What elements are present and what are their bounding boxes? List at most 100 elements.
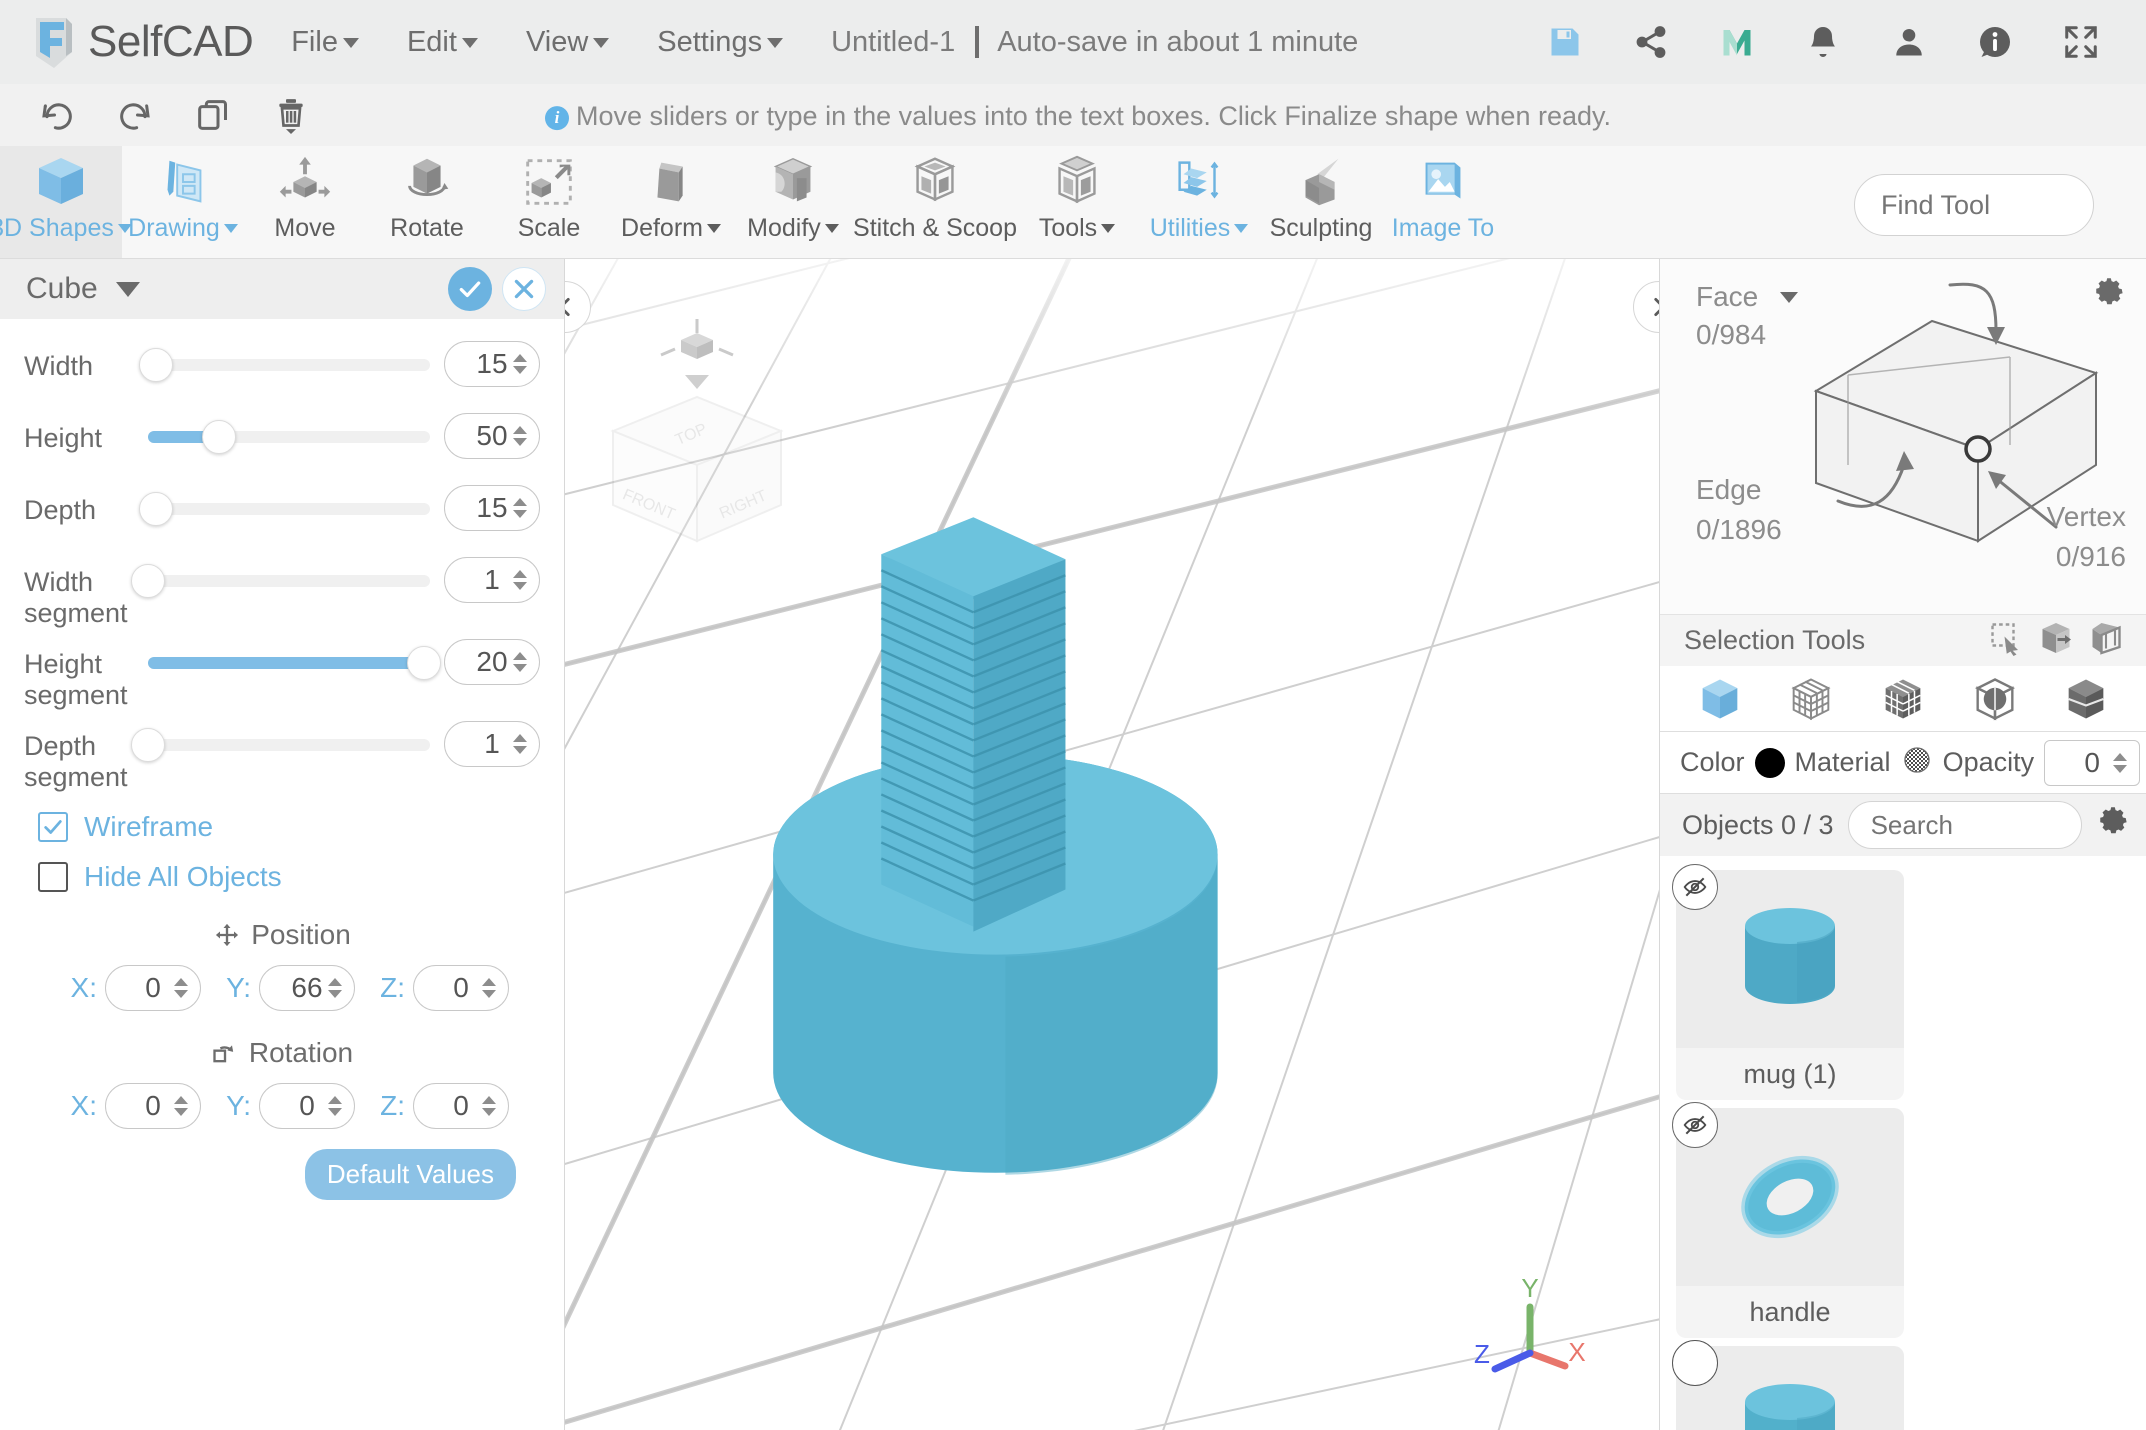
slider-depth[interactable] bbox=[134, 485, 444, 533]
numeric-input-width-segment[interactable]: 1 bbox=[444, 557, 540, 603]
face-mode-icon[interactable] bbox=[1872, 670, 1934, 728]
stepper-rotation-x[interactable] bbox=[174, 1096, 188, 1116]
eye-empty-icon[interactable] bbox=[1672, 1340, 1718, 1386]
ribbon-tool-drawing[interactable]: Drawing bbox=[122, 146, 244, 258]
stepper-width-segment[interactable] bbox=[513, 570, 527, 590]
slider-width[interactable] bbox=[134, 341, 444, 389]
stepper-opacity[interactable] bbox=[2113, 753, 2127, 773]
sphere-mode-icon[interactable] bbox=[1964, 670, 2026, 728]
slider-knob[interactable] bbox=[131, 564, 165, 598]
copy-button[interactable] bbox=[174, 86, 252, 144]
delete-button[interactable] bbox=[252, 86, 330, 144]
checkbox-wireframe[interactable]: Wireframe bbox=[38, 811, 540, 843]
ribbon-tool-deform[interactable]: Deform bbox=[610, 146, 732, 258]
selection-mode-dropdown[interactable]: Face bbox=[1696, 281, 1798, 313]
stepper-position-z[interactable] bbox=[482, 978, 496, 998]
ribbon-tool-utilities[interactable]: Utilities bbox=[1138, 146, 1260, 258]
slider-knob[interactable] bbox=[131, 728, 165, 762]
object-card-mug[interactable]: mug bbox=[1676, 1346, 1904, 1430]
slider-track[interactable] bbox=[148, 575, 430, 587]
marquee-select-icon[interactable] bbox=[1988, 620, 2024, 661]
find-tool-search[interactable] bbox=[1854, 174, 2094, 236]
notifications-bell-icon[interactable] bbox=[1802, 21, 1844, 63]
redo-button[interactable] bbox=[96, 86, 174, 144]
cancel-shape-button[interactable] bbox=[502, 267, 546, 311]
confirm-shape-button[interactable] bbox=[448, 267, 492, 311]
slider-width-segment[interactable] bbox=[134, 557, 444, 605]
stepper-position-y[interactable] bbox=[328, 978, 342, 998]
axis-gizmo[interactable]: Y X Z bbox=[1465, 1273, 1595, 1398]
3d-viewport[interactable]: TOP FRONT RIGHT bbox=[565, 259, 1659, 1430]
ribbon-tool-move[interactable]: Move bbox=[244, 146, 366, 258]
slider-depth-segment[interactable] bbox=[134, 721, 444, 769]
menu-settings[interactable]: Settings bbox=[657, 26, 783, 59]
objects-settings-gear-icon[interactable] bbox=[2096, 806, 2130, 845]
info-icon[interactable] bbox=[1974, 21, 2016, 63]
object-card-mug-1[interactable]: mug (1) bbox=[1676, 870, 1904, 1100]
slider-track[interactable] bbox=[148, 739, 430, 751]
checkbox-box-unchecked[interactable] bbox=[38, 862, 68, 892]
find-tool-input[interactable] bbox=[1855, 190, 2146, 221]
position-y-input[interactable]: 66 bbox=[259, 965, 355, 1011]
checkbox-hide-all-objects[interactable]: Hide All Objects bbox=[38, 861, 540, 893]
slider-track[interactable] bbox=[148, 359, 430, 371]
ribbon-tool-rotate[interactable]: Rotate bbox=[366, 146, 488, 258]
menu-view[interactable]: View bbox=[526, 26, 609, 59]
slider-knob[interactable] bbox=[202, 420, 236, 454]
numeric-input-depth[interactable]: 15 bbox=[444, 485, 540, 531]
solid-mode-icon[interactable] bbox=[2055, 670, 2117, 728]
object-card-handle[interactable]: handle bbox=[1676, 1108, 1904, 1338]
menu-edit[interactable]: Edit bbox=[407, 26, 478, 59]
menu-file[interactable]: File bbox=[291, 26, 359, 59]
stepper-depth[interactable] bbox=[513, 498, 527, 518]
stepper-rotation-z[interactable] bbox=[482, 1096, 496, 1116]
view-cube-gizmo[interactable]: TOP FRONT RIGHT bbox=[585, 319, 815, 574]
numeric-input-height-segment[interactable]: 20 bbox=[444, 639, 540, 685]
material-sphere-icon[interactable] bbox=[1901, 744, 1933, 781]
numeric-input-height[interactable]: 50 bbox=[444, 413, 540, 459]
ribbon-tool-sculpting[interactable]: Sculpting bbox=[1260, 146, 1382, 258]
ribbon-tool-3d-shapes[interactable]: 3D Shapes bbox=[0, 146, 122, 258]
stepper-position-x[interactable] bbox=[174, 978, 188, 998]
rotation-x-input[interactable]: 0 bbox=[105, 1083, 201, 1129]
objects-search-input[interactable] bbox=[1849, 810, 2082, 841]
stepper-depth-segment[interactable] bbox=[513, 734, 527, 754]
slider-knob[interactable] bbox=[139, 348, 173, 382]
slider-height-segment[interactable] bbox=[134, 639, 444, 687]
slider-track[interactable] bbox=[148, 503, 430, 515]
slider-knob[interactable] bbox=[407, 646, 441, 680]
stepper-width[interactable] bbox=[513, 354, 527, 374]
undo-button[interactable] bbox=[18, 86, 96, 144]
slider-track[interactable] bbox=[148, 431, 430, 443]
wireframe-mode-icon[interactable] bbox=[1780, 670, 1842, 728]
select-through-icon[interactable] bbox=[2038, 620, 2074, 661]
stepper-rotation-y[interactable] bbox=[328, 1096, 342, 1116]
position-z-input[interactable]: 0 bbox=[413, 965, 509, 1011]
slider-knob[interactable] bbox=[139, 492, 173, 526]
rotation-y-input[interactable]: 0 bbox=[259, 1083, 355, 1129]
slider-track[interactable] bbox=[148, 657, 430, 669]
numeric-input-depth-segment[interactable]: 1 bbox=[444, 721, 540, 767]
app-logo[interactable]: SelfCAD bbox=[26, 12, 253, 72]
marketplace-m-icon[interactable] bbox=[1716, 21, 1758, 63]
chevron-down-icon[interactable] bbox=[116, 282, 140, 297]
save-icon[interactable] bbox=[1544, 21, 1586, 63]
share-icon[interactable] bbox=[1630, 21, 1672, 63]
checkbox-box-checked[interactable] bbox=[38, 812, 68, 842]
ribbon-tool-scale[interactable]: Scale bbox=[488, 146, 610, 258]
document-title[interactable]: Untitled-1 bbox=[831, 26, 955, 59]
fullscreen-icon[interactable] bbox=[2060, 21, 2102, 63]
color-swatch[interactable] bbox=[1755, 748, 1785, 778]
numeric-input-width[interactable]: 15 bbox=[444, 341, 540, 387]
stepper-height-segment[interactable] bbox=[513, 652, 527, 672]
stepper-height[interactable] bbox=[513, 426, 527, 446]
objects-search[interactable] bbox=[1848, 801, 2082, 849]
user-account-icon[interactable] bbox=[1888, 21, 1930, 63]
position-x-input[interactable]: 0 bbox=[105, 965, 201, 1011]
select-visible-icon[interactable] bbox=[2088, 620, 2124, 661]
eye-slash-icon[interactable] bbox=[1672, 1102, 1718, 1148]
eye-slash-icon[interactable] bbox=[1672, 864, 1718, 910]
ribbon-tool-tools[interactable]: Tools bbox=[1016, 146, 1138, 258]
ribbon-tool-stitch-scoop[interactable]: Stitch & Scoop bbox=[854, 146, 1016, 258]
ribbon-tool-image-to[interactable]: Image To bbox=[1382, 146, 1504, 258]
